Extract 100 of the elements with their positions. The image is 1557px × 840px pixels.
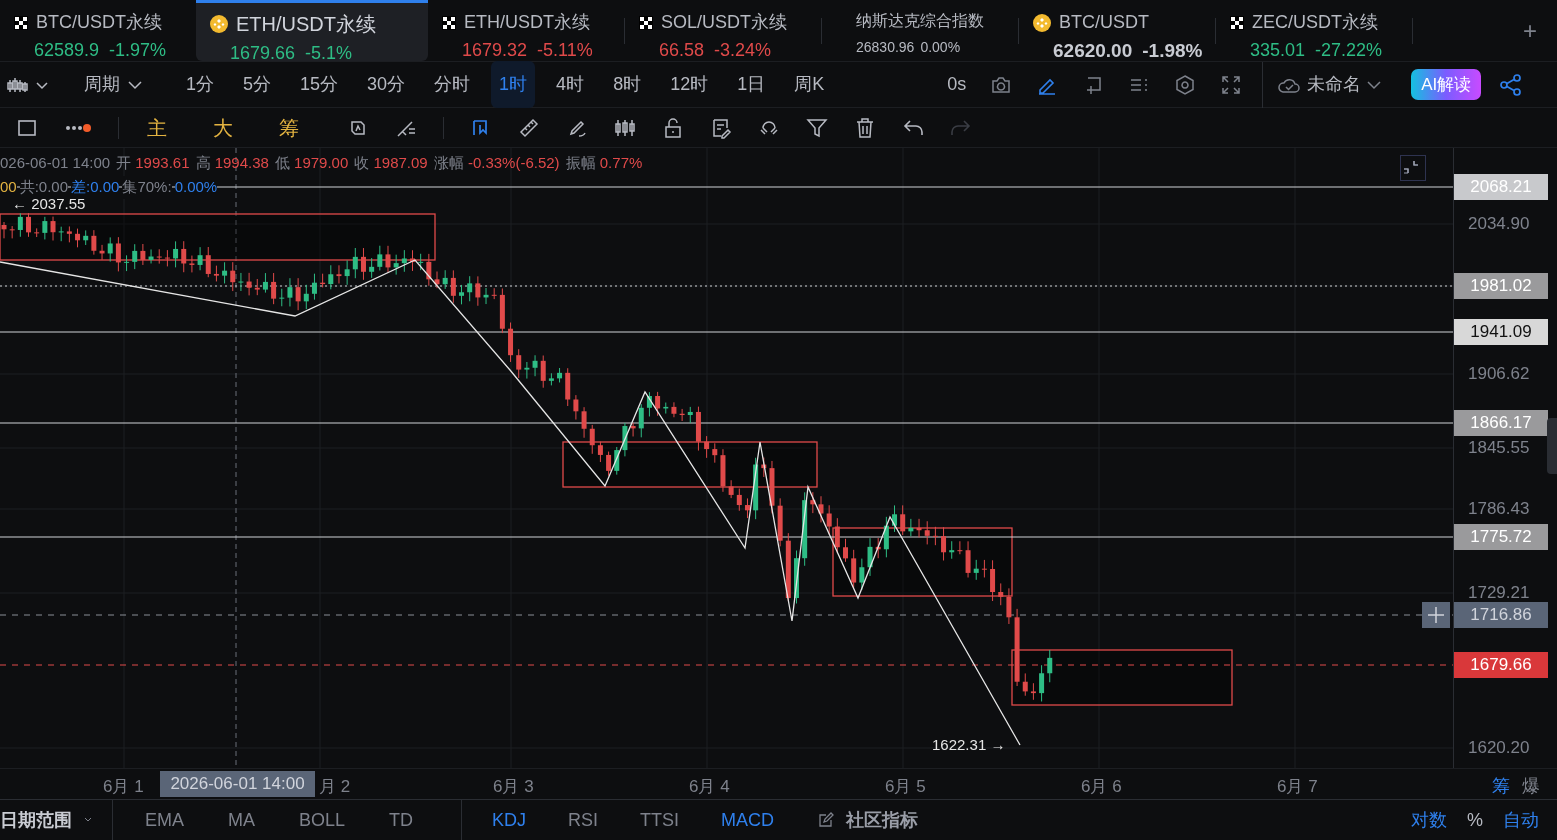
overlay-toggle[interactable]: 筹	[271, 112, 307, 143]
interval-tab[interactable]: 8时	[605, 61, 650, 108]
ruler-icon[interactable]	[518, 116, 540, 139]
indicator-tab[interactable]: MACD	[721, 806, 775, 834]
candle	[377, 245, 383, 271]
interval-tab[interactable]: 30分	[359, 61, 414, 108]
candle	[26, 212, 31, 238]
ticker-tab[interactable]: ETH/USDT永续 1679.66 -5.1%	[196, 0, 428, 61]
candle	[140, 243, 146, 266]
candle	[352, 247, 358, 279]
indicator-tab[interactable]: RSI	[568, 806, 599, 834]
zone-rectangle[interactable]	[832, 527, 1013, 597]
interval-tab[interactable]: 周K	[786, 61, 833, 108]
add-tab-button[interactable]: +	[1503, 0, 1557, 61]
ticker-symbol: 纳斯达克综合指数	[856, 11, 984, 31]
interval-tab[interactable]: 1时	[491, 61, 536, 108]
delete-icon[interactable]	[854, 116, 876, 139]
candle	[1047, 649, 1053, 683]
ticker-change: 0.00%	[920, 38, 961, 57]
ticker-change: -5.11%	[537, 39, 593, 62]
candle	[17, 212, 23, 238]
date-label: 6月 1	[103, 776, 144, 798]
coin-icon	[210, 15, 228, 33]
community-indicators-button[interactable]: 社区指标	[818, 806, 919, 834]
add-alert-icon[interactable]	[1422, 602, 1450, 628]
candle	[548, 372, 554, 386]
candle	[230, 261, 236, 292]
candle	[369, 257, 375, 279]
zone-rectangle[interactable]	[1011, 649, 1233, 706]
date-range-dropdown[interactable]: 日期范围	[0, 806, 112, 834]
candle	[973, 559, 979, 581]
candle	[941, 526, 947, 561]
layout-dropdown[interactable]: 未命名	[1269, 67, 1390, 102]
zone-rectangle[interactable]	[562, 441, 818, 488]
candle	[1030, 682, 1036, 701]
candle	[679, 408, 685, 422]
candle	[524, 361, 530, 380]
scale-option[interactable]: 对数	[1411, 806, 1447, 834]
date-label: 6月 4	[689, 776, 730, 798]
candle	[475, 275, 481, 307]
ticker-symbol: ETH/USDT永续	[464, 11, 590, 34]
ticker-tab[interactable]: ETH/USDT永续 1679.32 -5.11%	[428, 0, 624, 61]
ticker-change: -1.98%	[1142, 39, 1203, 63]
indicator-tab[interactable]: KDJ	[492, 806, 527, 834]
ticker-tab[interactable]: 纳斯达克综合指数 26830.96 0.00%	[822, 0, 1018, 61]
ticker-tab[interactable]: BTC/USDT 62620.00 -1.98%	[1019, 0, 1215, 61]
more-icon[interactable]	[65, 121, 93, 134]
ticker-price: 62620.00	[1053, 39, 1133, 63]
interval-tab[interactable]: 1日	[729, 61, 774, 108]
price-tick: 1845.55	[1468, 438, 1530, 458]
price-line[interactable]	[0, 614, 1453, 616]
collapse-icon[interactable]	[1400, 155, 1426, 181]
indicator-tab[interactable]: TD	[389, 806, 414, 834]
scroll-handle[interactable]	[1547, 418, 1557, 474]
candle	[589, 424, 595, 455]
axis-toggle[interactable]: 爆	[1522, 773, 1540, 800]
candle	[385, 245, 391, 273]
ticker-tab[interactable]: BTC/USDT永续 62589.9 -1.97%	[0, 0, 196, 61]
indicator-tab[interactable]: TTSI	[640, 806, 680, 834]
ticker-symbol: ZEC/USDT永续	[1252, 11, 1378, 34]
interval-tab[interactable]: 12时	[662, 61, 717, 108]
overlay-toggle[interactable]: 主	[139, 112, 175, 143]
filter-icon[interactable]	[806, 116, 828, 139]
candle	[998, 582, 1004, 606]
indicator-tab[interactable]: EMA	[145, 806, 184, 834]
candle	[753, 457, 759, 520]
candle	[303, 284, 309, 310]
candle	[254, 278, 260, 296]
note-icon[interactable]	[710, 116, 732, 139]
lock-icon[interactable]	[662, 116, 684, 139]
indicator-tab[interactable]: MA	[228, 806, 255, 834]
scale-option[interactable]: %	[1467, 806, 1483, 834]
share-icon[interactable]	[1499, 72, 1524, 97]
settings-icon[interactable]	[1174, 73, 1197, 96]
period-dropdown[interactable]: 周期	[76, 67, 150, 102]
candle	[83, 229, 89, 246]
candle	[508, 322, 514, 363]
date-label: 6月 6	[1081, 776, 1122, 798]
interval-tab[interactable]: 1分	[178, 61, 222, 108]
price-tick: 1620.20	[1468, 738, 1530, 758]
ticker-change: -1.97%	[109, 39, 167, 62]
square-icon[interactable]	[17, 117, 37, 138]
candle	[957, 540, 963, 555]
candle	[34, 227, 40, 238]
candle	[271, 272, 277, 305]
candle	[213, 265, 219, 282]
overlay-toggle[interactable]: 大	[205, 112, 241, 143]
candle	[843, 538, 848, 563]
interval-tab[interactable]: 分时	[426, 61, 479, 108]
candle	[1039, 664, 1045, 702]
candle	[573, 394, 579, 421]
ai-button[interactable]: AI解读	[1411, 68, 1482, 101]
interval-tab[interactable]: 4时	[548, 61, 593, 108]
axis-toggle[interactable]: 筹	[1492, 773, 1510, 800]
ticker-tab[interactable]: SOL/USDT永续 66.58 -3.24%	[625, 0, 821, 61]
candle	[450, 269, 456, 304]
scale-option[interactable]: 自动	[1503, 806, 1539, 834]
indicator-tab[interactable]: BOLL	[299, 806, 346, 834]
fullscreen-icon[interactable]	[1220, 73, 1243, 96]
ticker-tab[interactable]: ZEC/USDT永续 335.01 -27.22%	[1216, 0, 1412, 61]
